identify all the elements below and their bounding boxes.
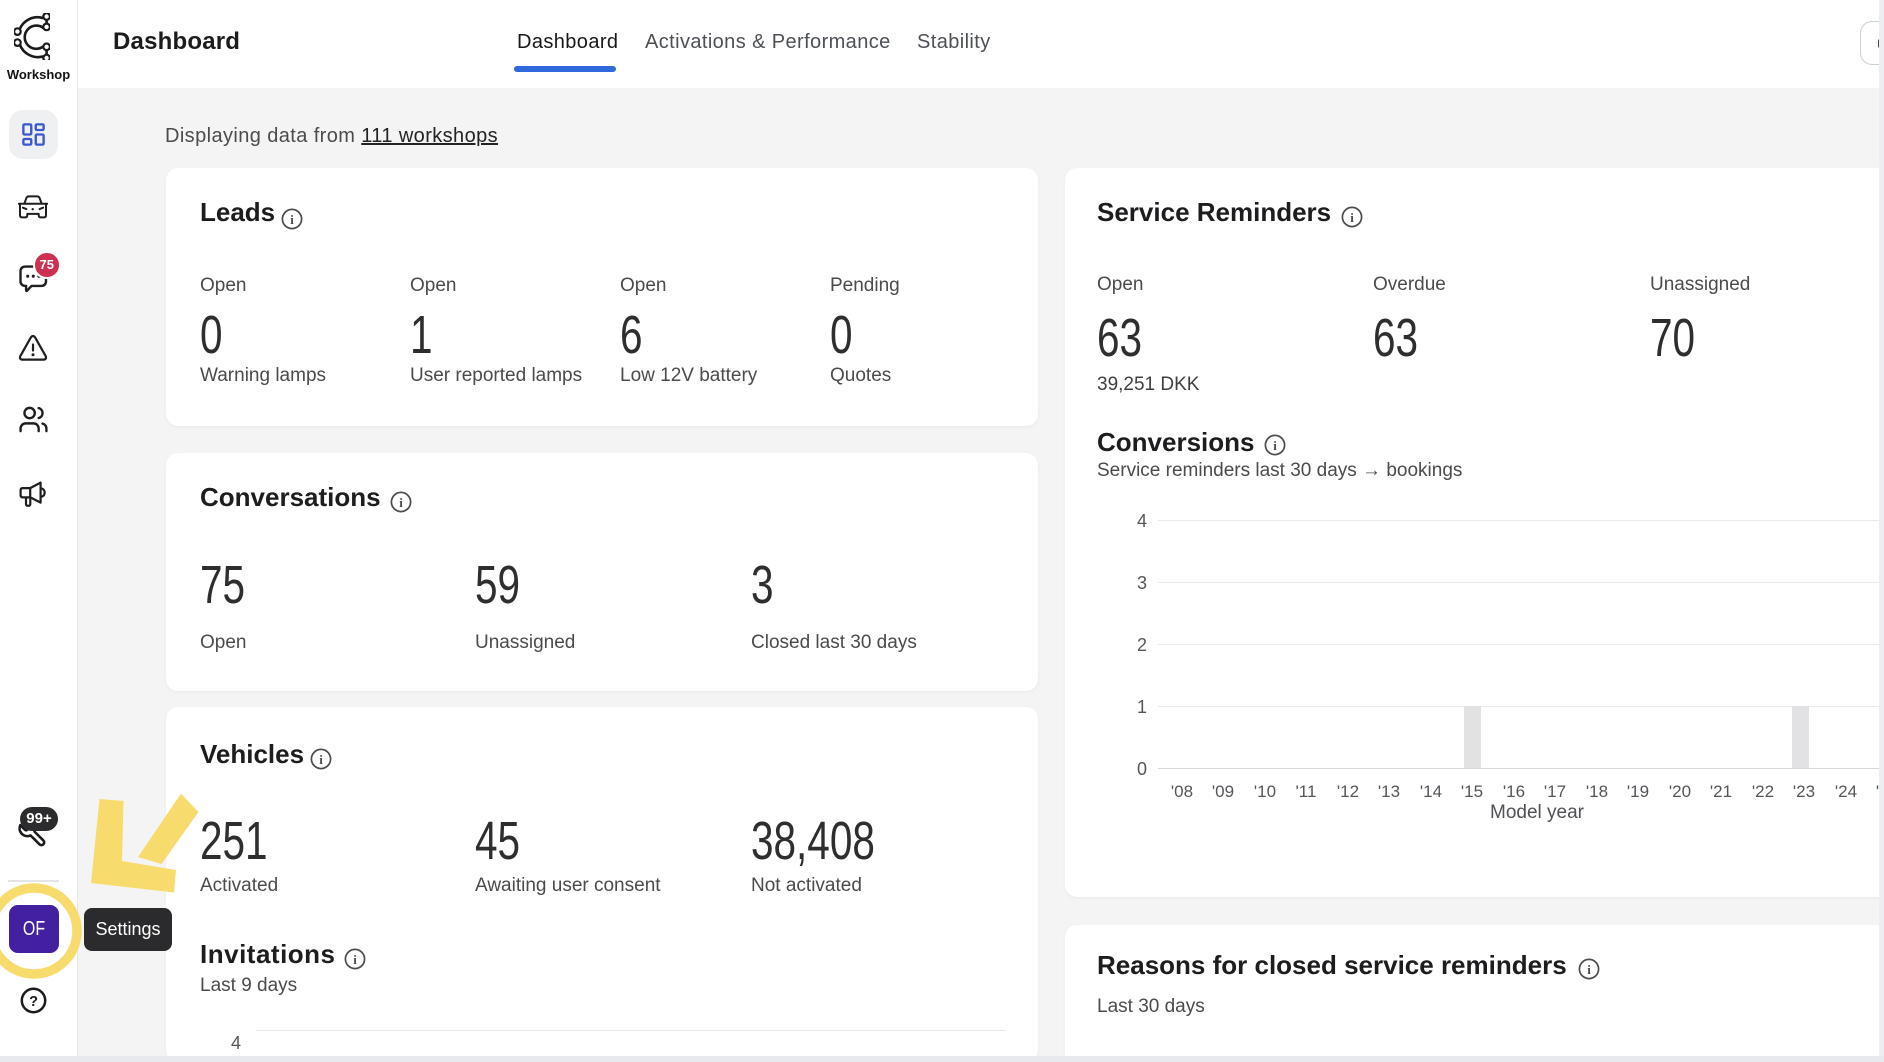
svg-text:i: i — [1587, 962, 1591, 977]
svg-text:i: i — [290, 212, 294, 227]
svg-text:i: i — [1273, 438, 1277, 453]
svg-text:i: i — [353, 952, 357, 967]
svg-text:i: i — [319, 752, 323, 767]
svg-text:i: i — [1350, 210, 1354, 225]
svg-text:i: i — [399, 495, 403, 510]
